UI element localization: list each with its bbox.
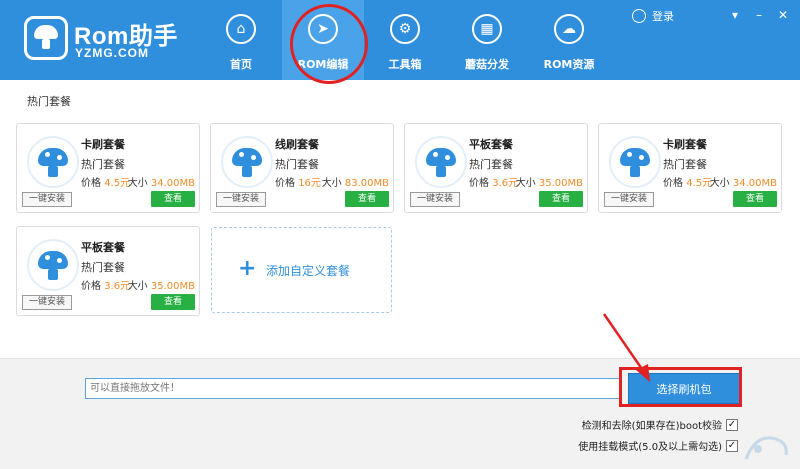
card-price: 价格 4.5元 [81, 178, 131, 189]
one-click-install-button[interactable]: 一键安装 [410, 192, 460, 207]
one-click-install-button[interactable]: 一键安装 [216, 192, 266, 207]
package-card: 卡刷套餐 热门套餐 价格 4.5元 大小 34.00MB 一键安装 查看 [16, 123, 200, 213]
mushroom-icon [609, 136, 661, 188]
mushroom-icon [221, 136, 273, 188]
nav-label: 首页 [230, 58, 252, 71]
card-price: 价格 4.5元 [663, 178, 713, 189]
login-button[interactable]: 登录 [632, 8, 674, 24]
nav-item-distribute[interactable]: ▦ 蘑菇分发 [446, 0, 528, 80]
view-button[interactable]: 查看 [539, 191, 583, 207]
mushroom-logo-icon [24, 16, 68, 60]
package-card: 卡刷套餐 热门套餐 价格 4.5元 大小 34.00MB 一键安装 查看 [598, 123, 782, 213]
card-title: 平板套餐 [469, 138, 513, 151]
view-button[interactable]: 查看 [345, 191, 389, 207]
view-button[interactable]: 查看 [733, 191, 777, 207]
mount-mode-option[interactable]: 使用挂载模式(5.0及以上需勾选) ✓ [578, 438, 738, 453]
top-bar: Rom助手 YZMG.COM ⌂ 首页 ➤ ROM编辑 ⚙ 工具箱 ▦ 蘑菇分发… [0, 0, 800, 80]
package-card: 平板套餐 热门套餐 价格 3.6元 大小 35.00MB 一键安装 查看 [404, 123, 588, 213]
cloud-icon: ☁ [554, 14, 584, 44]
card-title: 平板套餐 [81, 241, 125, 254]
package-card: 线刷套餐 热门套餐 价格 16元 大小 83.00MB 一键安装 查看 [210, 123, 394, 213]
card-price: 价格 3.6元 [469, 178, 519, 189]
card-title: 卡刷套餐 [663, 138, 707, 151]
nav-label: 工具箱 [388, 58, 422, 71]
gear-icon: ⚙ [390, 14, 420, 44]
watermark-logo-icon [744, 436, 788, 460]
card-title: 卡刷套餐 [81, 138, 125, 151]
card-size: 大小 35.00MB [127, 281, 195, 292]
nav-label: 蘑菇分发 [465, 58, 509, 71]
nav-label: ROM资源 [543, 58, 595, 71]
mount-mode-label: 使用挂载模式(5.0及以上需勾选) [578, 442, 722, 453]
boot-check-label: 检测和去除(如果存在)boot校验 [581, 421, 722, 432]
add-custom-package-button[interactable]: + 添加自定义套餐 [211, 227, 392, 313]
logo-subtitle: YZMG.COM [75, 46, 149, 60]
nav-item-home[interactable]: ⌂ 首页 [200, 0, 282, 80]
nav-item-toolbox[interactable]: ⚙ 工具箱 [364, 0, 446, 80]
one-click-install-button[interactable]: 一键安装 [604, 192, 654, 207]
view-button[interactable]: 查看 [151, 294, 195, 310]
view-button[interactable]: 查看 [151, 191, 195, 207]
card-size: 大小 34.00MB [709, 178, 777, 189]
card-size: 大小 35.00MB [515, 178, 583, 189]
package-card: 平板套餐 热门套餐 价格 3.6元 大小 35.00MB 一键安装 查看 [16, 226, 200, 316]
add-custom-package-label: 添加自定义套餐 [266, 264, 351, 278]
grid-icon: ▦ [472, 14, 502, 44]
home-icon: ⌂ [226, 14, 256, 44]
one-click-install-button[interactable]: 一键安装 [22, 192, 72, 207]
nav-item-rom-resources[interactable]: ☁ ROM资源 [528, 0, 610, 80]
mushroom-icon [27, 136, 79, 188]
minimize-icon[interactable]: – [750, 8, 768, 22]
mushroom-icon [415, 136, 467, 188]
dropdown-menu-icon[interactable]: ▾ [726, 8, 744, 22]
one-click-install-button[interactable]: 一键安装 [22, 295, 72, 310]
app-logo: Rom助手 YZMG.COM [24, 14, 177, 66]
login-label: 登录 [652, 10, 674, 23]
card-size: 大小 34.00MB [127, 178, 195, 189]
user-icon [632, 9, 646, 23]
card-price: 价格 16元 [275, 178, 321, 189]
card-subtitle: 热门套餐 [469, 158, 513, 171]
card-price: 价格 3.6元 [81, 281, 131, 292]
card-subtitle: 热门套餐 [81, 261, 125, 274]
boot-check-option[interactable]: 检测和去除(如果存在)boot校验 ✓ [582, 417, 738, 432]
plus-icon: + [238, 256, 257, 281]
card-subtitle: 热门套餐 [663, 158, 707, 171]
section-title: 热门套餐 [27, 95, 71, 108]
card-title: 线刷套餐 [275, 138, 319, 151]
file-drop-input[interactable] [85, 378, 621, 399]
card-subtitle: 热门套餐 [81, 158, 125, 171]
mushroom-icon [27, 239, 79, 291]
card-size: 大小 83.00MB [321, 178, 389, 189]
annotation-circle [290, 4, 368, 84]
close-icon[interactable]: ✕ [774, 8, 792, 22]
card-subtitle: 热门套餐 [275, 158, 319, 171]
annotation-arrow-icon [602, 313, 650, 382]
